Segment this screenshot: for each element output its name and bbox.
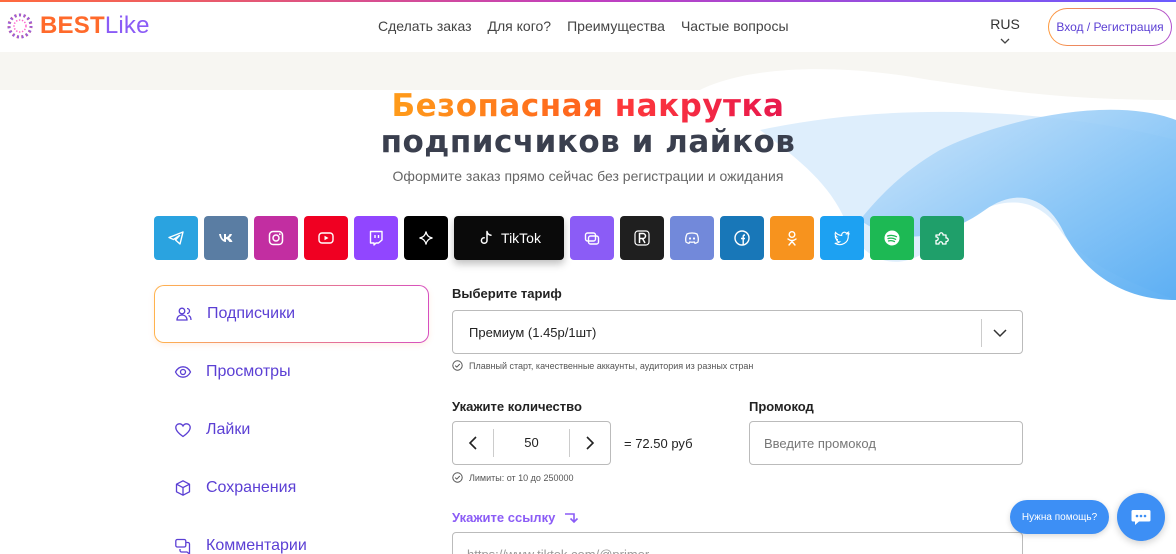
- spotify-icon: [884, 230, 900, 246]
- menu-item-views[interactable]: Просмотры: [154, 343, 429, 401]
- quantity-stepper: 50: [452, 421, 611, 465]
- menu-item-saves[interactable]: Сохранения: [154, 459, 429, 517]
- hero-subtitle: Оформите заказ прямо сейчас без регистра…: [392, 168, 784, 184]
- login-button[interactable]: Вход / Регистрация: [1048, 8, 1172, 46]
- select-divider: [981, 319, 982, 347]
- odnoklassniki-button[interactable]: [770, 216, 814, 260]
- tariff-hint-text: Плавный старт, качественные аккаунты, ау…: [469, 360, 754, 371]
- promo-label: Промокод: [749, 399, 814, 414]
- twitter-button[interactable]: [820, 216, 864, 260]
- vk-button[interactable]: [204, 216, 248, 260]
- link-input[interactable]: [452, 532, 1023, 554]
- tiktok-button[interactable]: TikTok: [454, 216, 564, 260]
- hero: Безопасная накрутка подписчиков и лайков…: [0, 88, 1176, 184]
- check-circle-icon: [452, 360, 463, 371]
- link-label: Укажите ссылку: [452, 510, 556, 525]
- hero-title: Безопасная накрутка подписчиков и лайков: [0, 88, 1176, 160]
- box-icon: [175, 480, 191, 496]
- nav-faq[interactable]: Частые вопросы: [681, 18, 789, 34]
- tiktok-icon: [480, 230, 492, 245]
- language-label: RUS: [990, 16, 1020, 32]
- instagram-icon: [268, 230, 284, 246]
- facebook-button[interactable]: [720, 216, 764, 260]
- nav-advantages[interactable]: Преимущества: [567, 18, 665, 34]
- link-label-row: Укажите ссылку: [452, 510, 579, 525]
- sparkle-icon: [419, 231, 433, 245]
- likee-icon: [584, 232, 600, 245]
- chevron-down-icon: [1000, 38, 1010, 44]
- hero-title-line2: подписчиков и лайков: [380, 124, 796, 160]
- tiktok-label: TikTok: [501, 230, 541, 246]
- logo-like: Like: [104, 12, 150, 39]
- logo-ring-icon: [7, 13, 33, 39]
- users-icon: [176, 307, 192, 321]
- facebook-icon: [734, 230, 750, 246]
- chat-button[interactable]: [1117, 493, 1165, 541]
- likee-button[interactable]: [570, 216, 614, 260]
- twitter-icon: [834, 231, 850, 246]
- telegram-icon: [168, 231, 184, 245]
- nav-for-whom[interactable]: Для кого?: [488, 18, 552, 34]
- logo[interactable]: BESTLike: [6, 12, 150, 40]
- chat-icon: [1131, 510, 1151, 525]
- limits-hint-text: Лимиты: от 10 до 250000: [469, 472, 574, 483]
- social-network-selector: TikTok: [154, 216, 964, 260]
- odnoklassniki-icon: [787, 231, 797, 246]
- comments-icon: [175, 538, 191, 554]
- discord-button[interactable]: [670, 216, 714, 260]
- twitch-icon: [369, 230, 383, 246]
- limits-hint: Лимиты: от 10 до 250000: [452, 472, 573, 483]
- menu-item-label: Сохранения: [206, 479, 297, 496]
- discord-icon: [685, 232, 699, 245]
- menu-item-comments[interactable]: Комментарии: [154, 517, 429, 554]
- quantity-value[interactable]: 50: [493, 429, 570, 457]
- vk-icon: [219, 234, 233, 242]
- service-type-menu: Подписчики Просмотры Лайки Сохранения Ко…: [154, 285, 429, 554]
- help-tooltip[interactable]: Нужна помощь?: [1010, 500, 1109, 534]
- chevron-down-icon: [993, 329, 1007, 338]
- heart-icon: [175, 423, 191, 438]
- check-circle-icon: [452, 472, 463, 483]
- nav-order[interactable]: Сделать заказ: [378, 18, 472, 34]
- telegram-button[interactable]: [154, 216, 198, 260]
- puzzle-icon: [935, 232, 949, 245]
- youtube-icon: [318, 232, 334, 244]
- menu-item-label: Лайки: [206, 421, 251, 438]
- menu-item-likes[interactable]: Лайки: [154, 401, 429, 459]
- menu-item-label: Подписчики: [207, 305, 296, 322]
- menu-item-label: Комментарии: [206, 537, 307, 554]
- increment-button[interactable]: [570, 422, 610, 464]
- logo-best: BEST: [40, 12, 105, 39]
- main-nav: Сделать заказ Для кого? Преимущества Час…: [378, 18, 789, 34]
- chevron-left-icon: [468, 436, 477, 450]
- arrow-down-right-icon: [565, 512, 579, 523]
- language-switcher[interactable]: RUS: [990, 16, 1020, 46]
- quantity-label: Укажите количество: [452, 399, 582, 414]
- menu-item-subscribers[interactable]: Подписчики: [154, 285, 429, 343]
- promo-input[interactable]: [749, 421, 1023, 465]
- rutube-icon: [634, 230, 650, 246]
- order-form: Выберите тариф Премиум (1.45р/1шт) Плавн…: [452, 286, 1024, 554]
- eye-icon: [174, 366, 192, 378]
- spotify-button[interactable]: [870, 216, 914, 260]
- order-total: = 72.50 руб: [624, 436, 693, 451]
- tariff-select[interactable]: Премиум (1.45р/1шт): [452, 310, 1023, 354]
- hero-title-part2: накрутка: [614, 88, 785, 124]
- chevron-right-icon: [586, 436, 595, 450]
- sparkle-service-button[interactable]: [404, 216, 448, 260]
- decrement-button[interactable]: [453, 422, 493, 464]
- youtube-button[interactable]: [304, 216, 348, 260]
- twitch-button[interactable]: [354, 216, 398, 260]
- rutube-button[interactable]: [620, 216, 664, 260]
- menu-item-label: Просмотры: [206, 363, 291, 380]
- tariff-value: Премиум (1.45р/1шт): [469, 324, 597, 340]
- other-service-button[interactable]: [920, 216, 964, 260]
- site-header: BESTLike Сделать заказ Для кого? Преимущ…: [0, 2, 1176, 52]
- instagram-button[interactable]: [254, 216, 298, 260]
- hero-title-part1: Безопасная: [391, 88, 615, 124]
- tariff-hint: Плавный старт, качественные аккаунты, ау…: [452, 360, 753, 371]
- tariff-label: Выберите тариф: [452, 286, 562, 301]
